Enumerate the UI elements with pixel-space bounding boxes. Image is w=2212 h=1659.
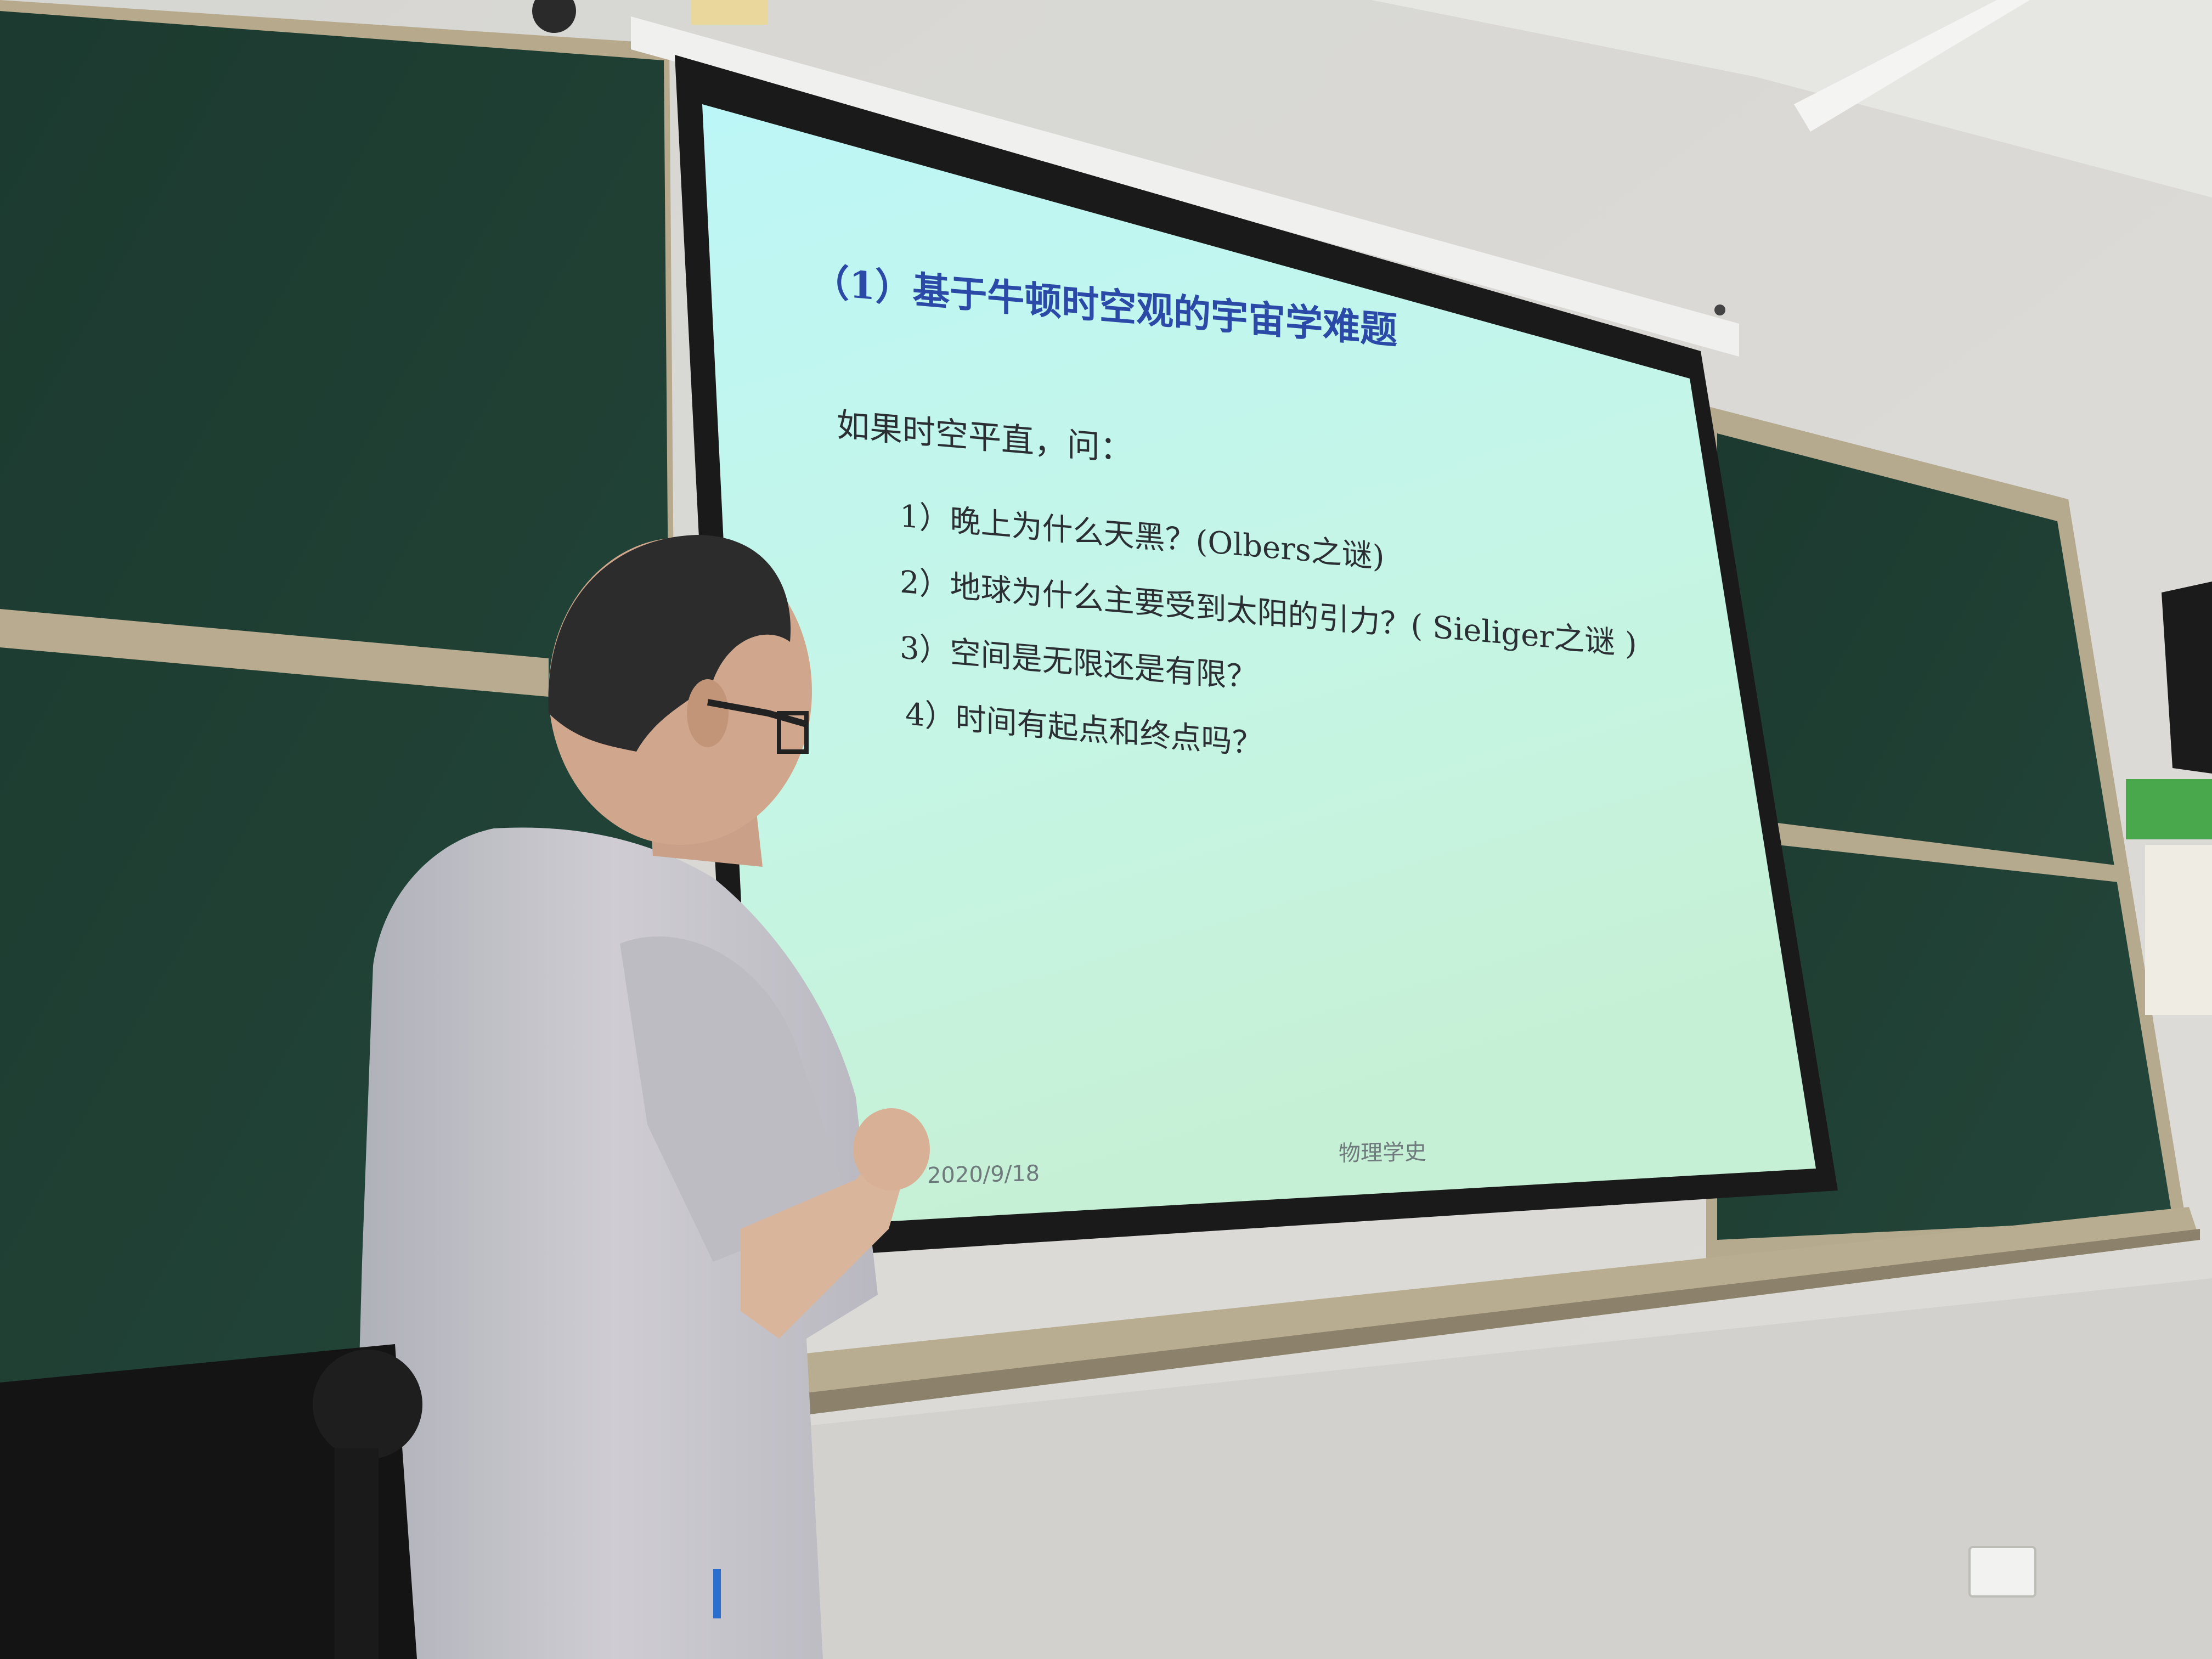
power-outlet [1968,1546,2036,1598]
presenter-hand [853,1108,930,1190]
slide-footer-course: 物理学史 [1339,1139,1426,1166]
pocket-pen [713,1569,721,1618]
wall-notice-paper [2145,845,2212,1015]
microphone-stand [335,1448,379,1659]
microphone-icon [313,1350,422,1459]
slide-footer-date: 2020/9/18 [927,1161,1040,1188]
casing-label [691,0,768,25]
wall-notice-green [2126,779,2212,839]
classroom-scene: （1）基于牛顿时空观的宇宙学难题 如果时空平直，问： 1）晚上为什么天黑？(Ol… [0,0,2212,1659]
presenter-ear [687,679,729,747]
foreground-monitor [0,1344,422,1659]
screen-hook [1714,304,1725,315]
